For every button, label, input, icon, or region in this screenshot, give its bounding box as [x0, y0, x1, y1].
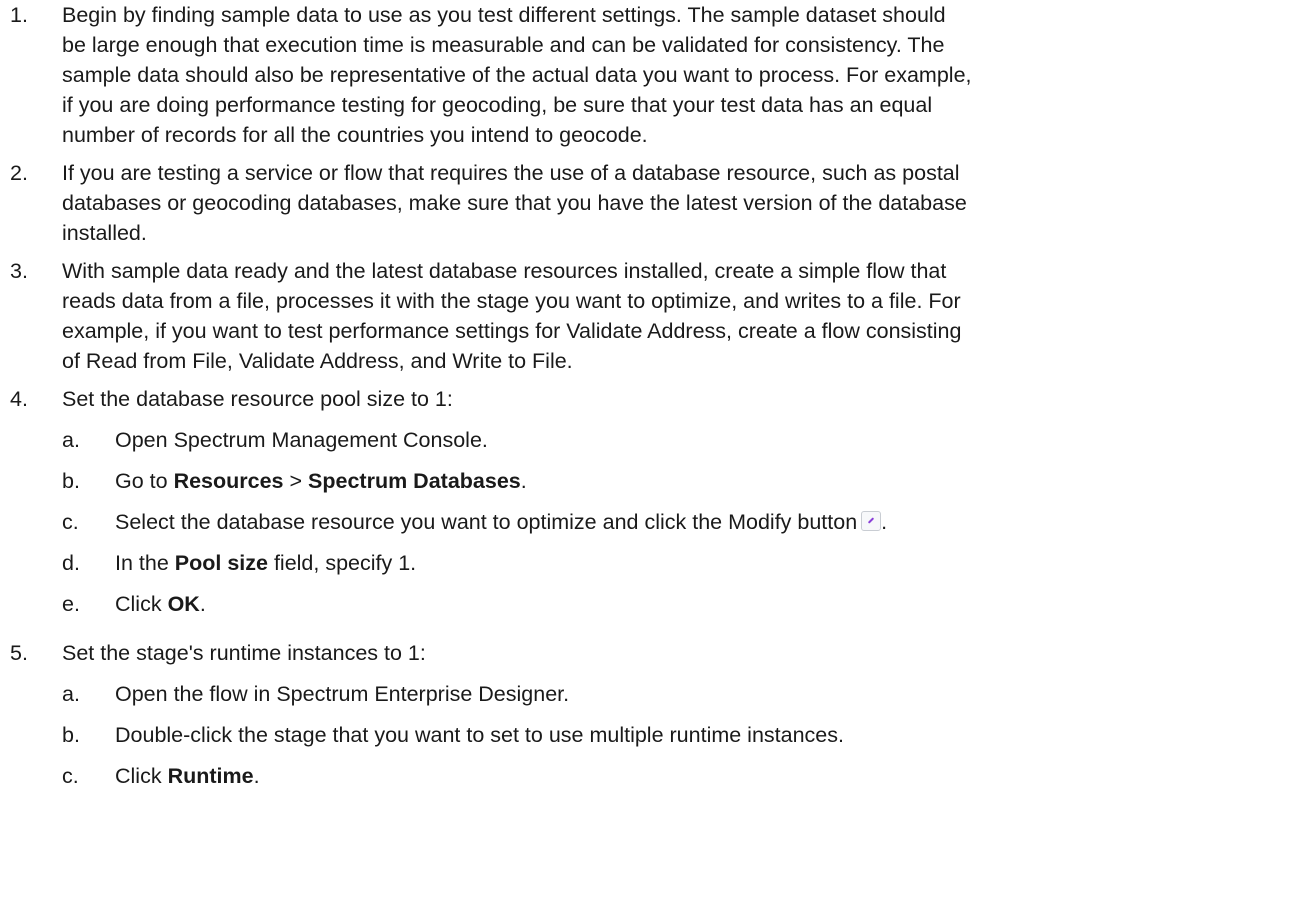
substep-letter: b.: [62, 723, 80, 747]
substeps-5: a. Open the flow in Spectrum Enterprise …: [0, 679, 1297, 791]
substep-4c: c. Select the database resource you want…: [0, 507, 1297, 537]
substep-text: Go to: [115, 469, 174, 493]
substep-5a: a. Open the flow in Spectrum Enterprise …: [0, 679, 1297, 709]
ui-term-spectrum-databases: Spectrum Databases: [308, 469, 521, 493]
ui-term-resources: Resources: [173, 469, 284, 493]
step-3: 3. With sample data ready and the latest…: [0, 256, 1297, 376]
text-line: If you are testing a service or flow tha…: [62, 161, 960, 185]
text-line: installed.: [62, 221, 147, 245]
substep-text: Click: [115, 764, 168, 788]
substep-4d: d. In the Pool size field, specify 1.: [0, 548, 1297, 578]
text-line: example, if you want to test performance…: [62, 319, 962, 343]
substep-text: field, specify 1.: [267, 551, 417, 575]
text-line: number of records for all the countries …: [62, 123, 648, 147]
text-line: Begin by finding sample data to use as y…: [62, 3, 946, 27]
pencil-edit-icon: [861, 511, 882, 531]
step-text: Set the stage's runtime instances to 1:: [62, 641, 426, 665]
step-text: If you are testing a service or flow tha…: [62, 158, 1277, 248]
punctuation: .: [253, 764, 260, 788]
step-4: 4. Set the database resource pool size t…: [0, 384, 1297, 414]
substep-text: In the: [115, 551, 175, 575]
step-2: 2. If you are testing a service or flow …: [0, 158, 1297, 248]
substep-letter: b.: [62, 469, 80, 493]
ui-term-runtime: Runtime: [167, 764, 254, 788]
document: 1. Begin by finding sample data to use a…: [0, 0, 1297, 791]
substep-4e: e. Click OK.: [0, 589, 1297, 619]
step-text: Begin by finding sample data to use as y…: [62, 0, 1277, 150]
substep-letter: e.: [62, 592, 80, 616]
substep-letter: d.: [62, 551, 80, 575]
step-1: 1. Begin by finding sample data to use a…: [0, 0, 1297, 150]
text-line: With sample data ready and the latest da…: [62, 259, 947, 283]
substep-text: Open the flow in Spectrum Enterprise Des…: [115, 682, 570, 706]
text-line: if you are doing performance testing for…: [62, 93, 933, 117]
text-line: databases or geocoding databases, make s…: [62, 191, 967, 215]
separator: >: [283, 469, 309, 493]
substep-letter: c.: [62, 764, 79, 788]
substep-text: Click: [115, 592, 168, 616]
substep-text: Double-click the stage that you want to …: [115, 723, 844, 747]
substep-4b: b. Go to Resources > Spectrum Databases.: [0, 466, 1297, 496]
step-5: 5. Set the stage's runtime instances to …: [0, 638, 1297, 668]
substep-text: Open Spectrum Management Console.: [115, 428, 488, 452]
substep-letter: a.: [62, 428, 80, 452]
substep-letter: a.: [62, 682, 80, 706]
step-number: 2.: [10, 161, 28, 185]
substep-5c: c. Click Runtime.: [0, 761, 1297, 791]
substep-4a: a. Open Spectrum Management Console.: [0, 425, 1297, 455]
step-text: Set the database resource pool size to 1…: [62, 387, 453, 411]
punctuation: .: [199, 592, 206, 616]
step-text: With sample data ready and the latest da…: [62, 256, 1277, 376]
substeps-4: a. Open Spectrum Management Console. b. …: [0, 425, 1297, 619]
ui-term-pool-size: Pool size: [174, 551, 268, 575]
step-number: 1.: [10, 3, 28, 27]
substep-text: Select the database resource you want to…: [115, 510, 858, 534]
substep-5b: b. Double-click the stage that you want …: [0, 720, 1297, 750]
substep-letter: c.: [62, 510, 79, 534]
text-line: of Read from File, Validate Address, and…: [62, 349, 573, 373]
text-line: sample data should also be representativ…: [62, 63, 972, 87]
ui-term-ok: OK: [167, 592, 200, 616]
text-line: reads data from a file, processes it wit…: [62, 289, 961, 313]
punctuation: .: [881, 510, 888, 534]
step-number: 5.: [10, 641, 28, 665]
punctuation: .: [520, 469, 527, 493]
step-number: 4.: [10, 387, 28, 411]
step-number: 3.: [10, 259, 28, 283]
text-line: be large enough that execution time is m…: [62, 33, 945, 57]
